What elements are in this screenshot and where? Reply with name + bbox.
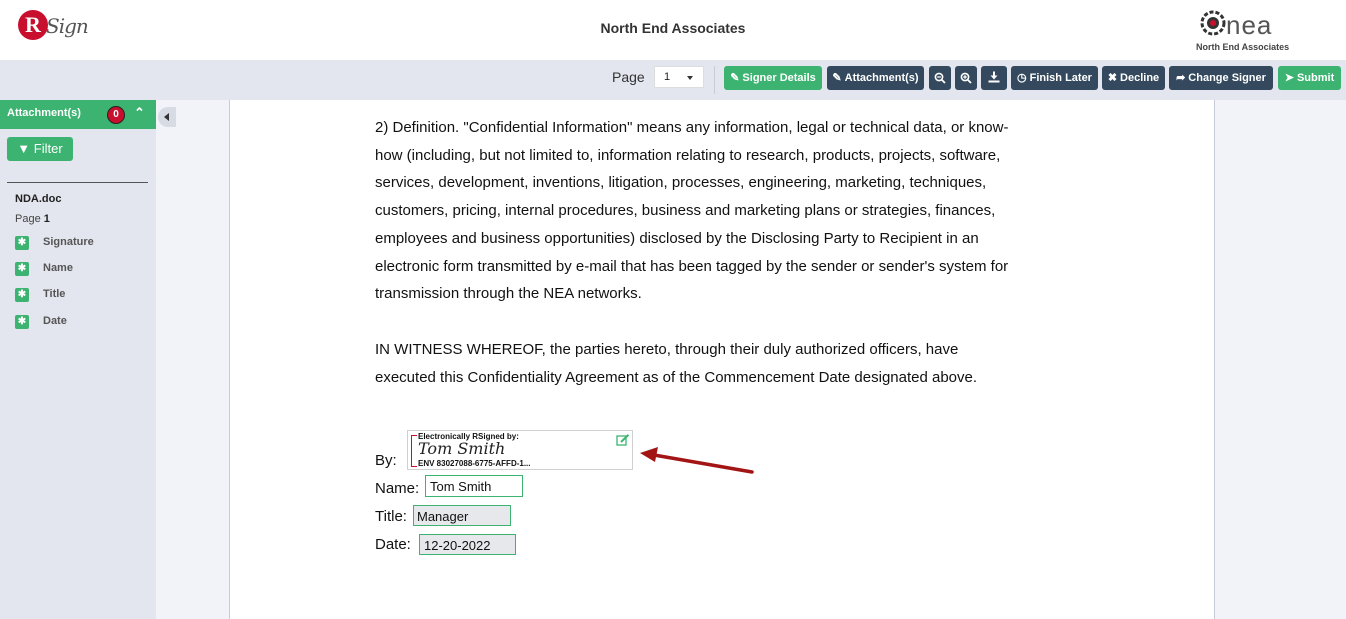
zoom-out-button[interactable] <box>929 66 951 90</box>
page-title: North End Associates <box>600 20 746 36</box>
finish-later-button[interactable]: ◷ Finish Later <box>1011 66 1098 90</box>
asterisk-icon: ✱ <box>15 262 29 276</box>
asterisk-icon: ✱ <box>15 315 29 329</box>
text-line: IN WITNESS WHEREOF, the parties hereto, … <box>375 341 959 358</box>
witness-paragraph: IN WITNESS WHEREOF, the parties hereto, … <box>375 336 1075 391</box>
attachments-panel-title: Attachment(s) <box>7 107 81 119</box>
page-select-value: 1 <box>664 71 671 83</box>
sidebar-divider <box>7 182 148 183</box>
download-button[interactable] <box>981 66 1007 90</box>
submit-button[interactable]: ➤ Submit <box>1278 66 1341 90</box>
download-icon <box>988 71 1000 83</box>
page-select[interactable]: 1 <box>654 66 704 88</box>
text-line: electronic form transmitted by e-mail th… <box>375 257 1009 275</box>
field-item-label: Name <box>43 262 73 274</box>
toolbar: Page 1 ✎ Signer Details ✎ Attachment(s) ◷ F… <box>0 60 1346 100</box>
page-prefix: Page <box>15 213 41 225</box>
attachments-count-badge: 0 <box>107 106 125 124</box>
zoom-in-icon <box>960 72 972 84</box>
change-signer-label: Change Signer <box>1188 72 1266 84</box>
attachments-button[interactable]: ✎ Attachment(s) <box>827 66 924 90</box>
nea-logo-text: nea <box>1226 10 1273 40</box>
attachments-label: Attachment(s) <box>844 72 919 84</box>
paper-plane-icon: ➤ <box>1284 72 1294 84</box>
submit-label: Submit <box>1296 72 1335 84</box>
signature-bracket <box>411 435 417 467</box>
filter-icon: ▼ <box>17 141 31 156</box>
decline-button[interactable]: ✖ Decline <box>1102 66 1165 90</box>
nea-logo-subtitle: North End Associates <box>1196 42 1290 52</box>
finish-later-label: Finish Later <box>1029 72 1092 84</box>
zoom-out-icon <box>934 72 946 84</box>
filter-label: Filter <box>33 141 63 156</box>
close-icon: ✖ <box>1107 72 1118 84</box>
change-signer-button[interactable]: ➦ Change Signer <box>1169 66 1273 90</box>
paperclip-icon: ✎ <box>832 72 842 84</box>
text-line: services, development, inventions, litig… <box>375 174 987 192</box>
toolbar-divider <box>714 66 715 94</box>
definition-paragraph: 2) Definition. "Confidential Information… <box>375 114 1075 308</box>
title-label: Title: <box>375 508 407 525</box>
edit-signature-icon[interactable] <box>616 434 630 446</box>
title-field[interactable]: Manager <box>413 505 511 526</box>
page-label: Page <box>612 69 645 85</box>
signature-field[interactable]: Electronically RSigned by: Tom Smith ENV… <box>407 430 633 470</box>
signer-details-button[interactable]: ✎ Signer Details <box>724 66 822 90</box>
text-line: employees and business opportunities) di… <box>375 229 979 247</box>
text-line: how (including, but not limited to, info… <box>375 146 1001 164</box>
text-line: customers, pricing, internal procedures,… <box>375 202 996 220</box>
name-label: Name: <box>375 480 420 497</box>
asterisk-icon: ✱ <box>15 288 29 302</box>
chevron-up-icon[interactable]: ⌃ <box>134 105 145 121</box>
zoom-in-button[interactable] <box>955 66 977 90</box>
field-item-label: Title <box>43 288 66 300</box>
text-line: executed this Confidentiality Agreement … <box>375 368 978 386</box>
signer-details-label: Signer Details <box>742 72 816 84</box>
by-label: By: <box>375 452 397 469</box>
text-line: 2) Definition. "Confidential Information… <box>375 119 1009 136</box>
page-number: 1 <box>43 213 50 225</box>
filter-button[interactable]: ▼ Filter <box>7 137 73 161</box>
share-arrow-icon: ➦ <box>1176 72 1186 84</box>
decline-label: Decline <box>1120 72 1160 84</box>
name-field[interactable]: Tom Smith <box>425 475 523 497</box>
nea-logo: nea North End Associates <box>1192 8 1302 54</box>
caret-down-icon <box>687 76 693 80</box>
signature-envelope-id: ENV 83027088-6775-AFFD-1... <box>418 459 531 468</box>
annotation-arrow <box>640 447 754 474</box>
document-name[interactable]: NDA.doc <box>15 193 61 205</box>
clock-icon: ◷ <box>1017 72 1027 84</box>
field-item-label: Signature <box>43 236 94 248</box>
date-label: Date: <box>375 536 411 553</box>
sidebar: Attachment(s) 0 ⌃ ▼ Filter NDA.doc Page … <box>0 100 156 619</box>
signature-name: Tom Smith <box>418 439 506 458</box>
caret-left-icon <box>164 113 169 121</box>
text-line: transmission through the NEA networks. <box>375 285 642 303</box>
sidebar-collapse-toggle[interactable] <box>158 107 176 127</box>
attachments-panel-header[interactable]: Attachment(s) 0 ⌃ <box>0 100 156 129</box>
sidebar-page-indicator: Page 1 <box>15 213 50 225</box>
edit-icon: ✎ <box>730 72 740 84</box>
date-field[interactable]: 12-20-2022 <box>419 534 516 555</box>
asterisk-icon: ✱ <box>15 236 29 250</box>
nea-logo-icon <box>1200 10 1226 36</box>
field-item-label: Date <box>43 315 67 327</box>
app-header: R Sign North End Associates nea North En… <box>0 0 1346 60</box>
